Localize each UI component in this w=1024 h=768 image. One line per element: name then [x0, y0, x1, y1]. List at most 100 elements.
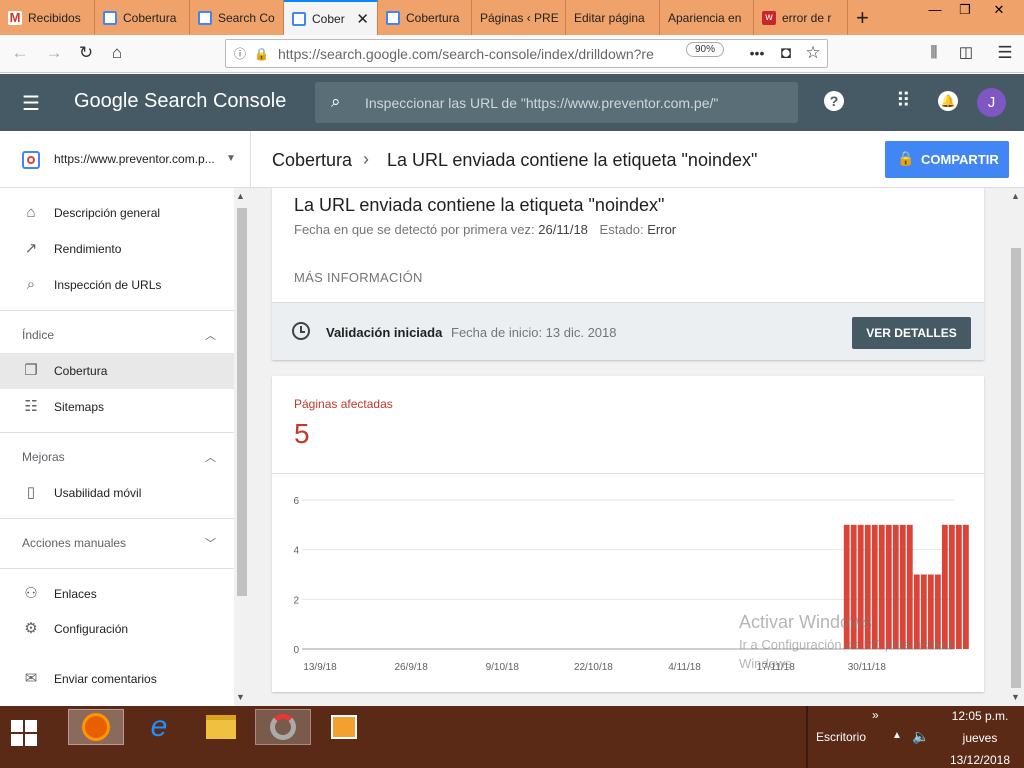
scrollbar-thumb[interactable]: [237, 208, 247, 596]
tab-edit-page[interactable]: Editar página: [566, 0, 660, 35]
avatar[interactable]: J: [977, 88, 1006, 117]
new-tab-button[interactable]: +: [856, 5, 869, 31]
info-icon[interactable]: ⓘ: [234, 45, 254, 62]
sidebar-scrollbar[interactable]: ▲ ▼: [234, 188, 250, 706]
hamburger-icon[interactable]: ☰: [22, 91, 40, 116]
section-label: Mejoras: [22, 450, 65, 464]
phone-icon: ▯: [26, 484, 36, 501]
sidebar-item-url-inspection[interactable]: ⌕ Inspección de URLs: [0, 267, 234, 303]
search-placeholder: Inspeccionar las URL de "https://www.pre…: [365, 94, 719, 111]
gsc-logo[interactable]: Google Search Console: [74, 90, 286, 113]
menu-icon[interactable]: ☰: [993, 41, 1017, 65]
issue-meta: Fecha en que se detectó por primera vez:…: [294, 222, 676, 237]
sidebar-item-mobile-usability[interactable]: ▯ Usabilidad móvil: [0, 475, 234, 511]
reload-icon[interactable]: ↻: [74, 41, 98, 65]
chart-bar: [899, 524, 906, 649]
clock-date: 13/12/2018: [949, 753, 1011, 767]
tab-coverage-2[interactable]: Cobertura: [378, 0, 472, 35]
sidebar-item-coverage[interactable]: ❐ Cobertura: [0, 353, 234, 389]
maximize-icon[interactable]: ❐: [950, 0, 980, 22]
close-window-icon[interactable]: ✕: [984, 0, 1014, 22]
tab-search-console[interactable]: Search Co: [190, 0, 284, 35]
tab-error[interactable]: w error de r: [754, 0, 848, 35]
y-tick-label: 0: [293, 645, 299, 656]
breadcrumb-parent[interactable]: Cobertura: [272, 150, 352, 171]
tab-coverage-active[interactable]: Cober ✕: [284, 0, 378, 35]
tab-coverage-1[interactable]: Cobertura: [95, 0, 190, 35]
sidebar-item-overview[interactable]: ⌂ Descripción general: [0, 195, 234, 231]
screen: M Recibidos Cobertura Search Co Cober ✕ …: [0, 0, 1024, 768]
section-index[interactable]: Índice ︿: [0, 320, 234, 350]
gear-icon: ⚙: [24, 620, 38, 637]
tab-pages[interactable]: Páginas ‹ PRE: [472, 0, 566, 35]
tab-label: Páginas ‹ PRE: [480, 10, 559, 25]
issue-card: La URL enviada contiene la etiqueta "noi…: [272, 188, 984, 360]
clock-time[interactable]: 12:05 p.m.: [940, 709, 1020, 723]
zoom-indicator[interactable]: 90%: [686, 42, 724, 57]
show-more-icon[interactable]: »: [872, 708, 879, 722]
page-actions-icon[interactable]: •••: [745, 41, 769, 65]
file-explorer-icon[interactable]: [193, 709, 249, 745]
activation-watermark-text-2: Windows.: [739, 656, 796, 671]
section-manual-actions[interactable]: Acciones manuales ﹀: [0, 528, 234, 558]
back-icon[interactable]: ←: [8, 41, 32, 65]
url-inspection-search[interactable]: ⌕ Inspeccionar las URL de "https://www.p…: [315, 82, 798, 123]
scrollbar-thumb[interactable]: [1011, 248, 1021, 688]
section-improvements[interactable]: Mejoras ︿: [0, 442, 234, 472]
sidebar-item-sitemaps[interactable]: ☷ Sitemaps: [0, 389, 234, 425]
activation-watermark-title: Activar Windows: [739, 612, 873, 632]
feedback-icon: ✉: [24, 670, 38, 687]
tab-gmail[interactable]: M Recibidos: [0, 0, 95, 35]
home-icon[interactable]: ⌂: [105, 41, 129, 65]
sidebar-item-feedback[interactable]: ✉ Enviar comentarios: [0, 661, 234, 697]
sidebar-item-links[interactable]: ⚇ Enlaces: [0, 576, 234, 612]
minimize-icon[interactable]: —: [920, 0, 950, 22]
sidebar-toggle-icon[interactable]: ◫: [954, 41, 978, 65]
forward-icon[interactable]: →: [42, 41, 66, 65]
windows-start-icon[interactable]: [11, 720, 37, 746]
notifications-icon[interactable]: 🔔: [938, 91, 958, 111]
scroll-down-icon[interactable]: ▼: [1011, 692, 1020, 702]
scroll-up-icon[interactable]: ▲: [1011, 191, 1020, 201]
sidebar-item-label: Enlaces: [54, 587, 97, 601]
tray-up-icon[interactable]: ▲: [892, 730, 902, 741]
divider: [250, 131, 251, 188]
gsc-subheader: https://www.preventor.com.p... ▼ Cobertu…: [0, 131, 1024, 188]
lock-icon: 🔒: [897, 150, 915, 166]
bookmark-star-icon[interactable]: ☆: [801, 41, 825, 65]
desktop-toolbar[interactable]: Escritorio: [816, 730, 866, 744]
help-icon[interactable]: ?: [824, 91, 844, 111]
chevron-down-icon[interactable]: ▼: [226, 153, 236, 164]
firefox-icon[interactable]: [68, 709, 124, 745]
pocket-icon[interactable]: ◘: [774, 41, 798, 65]
search-console-icon: [386, 10, 400, 25]
sidebar-item-settings[interactable]: ⚙ Configuración: [0, 611, 234, 647]
video-editor-icon[interactable]: [316, 709, 372, 745]
breadcrumb-current: La URL enviada contiene la etiqueta "noi…: [387, 150, 758, 170]
library-icon[interactable]: ⫼: [922, 41, 946, 65]
search-icon: ⌕: [331, 92, 341, 111]
volume-icon[interactable]: 🔈: [912, 728, 929, 745]
divider: [0, 310, 234, 311]
scroll-up-icon[interactable]: ▲: [236, 191, 245, 201]
url-bar[interactable]: ⓘ 🔒 https://search.google.com/search-con…: [225, 39, 828, 68]
links-icon: ⚇: [24, 585, 38, 602]
view-details-button[interactable]: VER DETALLES: [852, 317, 971, 349]
internet-explorer-icon[interactable]: e: [131, 709, 187, 745]
scroll-down-icon[interactable]: ▼: [236, 692, 245, 702]
trending-up-icon: ↗: [24, 240, 38, 257]
close-tab-icon[interactable]: ✕: [356, 10, 369, 28]
tab-appearance[interactable]: Apariencia en: [660, 0, 754, 35]
more-info-link[interactable]: MÁS INFORMACIÓN: [294, 270, 423, 285]
share-button[interactable]: 🔒 COMPARTIR: [885, 141, 1009, 178]
main-scrollbar[interactable]: ▲ ▼: [1008, 188, 1024, 706]
affected-count: 5: [294, 418, 310, 449]
chrome-like-app-icon[interactable]: [255, 709, 311, 745]
property-selector[interactable]: https://www.preventor.com.p...: [54, 152, 220, 166]
apps-grid-icon[interactable]: ⠿: [896, 88, 911, 113]
x-tick-label: 22/10/18: [574, 662, 613, 673]
copy-icon: ❐: [24, 362, 38, 379]
section-label: Índice: [22, 328, 55, 342]
divider: [806, 706, 808, 768]
sidebar-item-performance[interactable]: ↗ Rendimiento: [0, 231, 234, 267]
